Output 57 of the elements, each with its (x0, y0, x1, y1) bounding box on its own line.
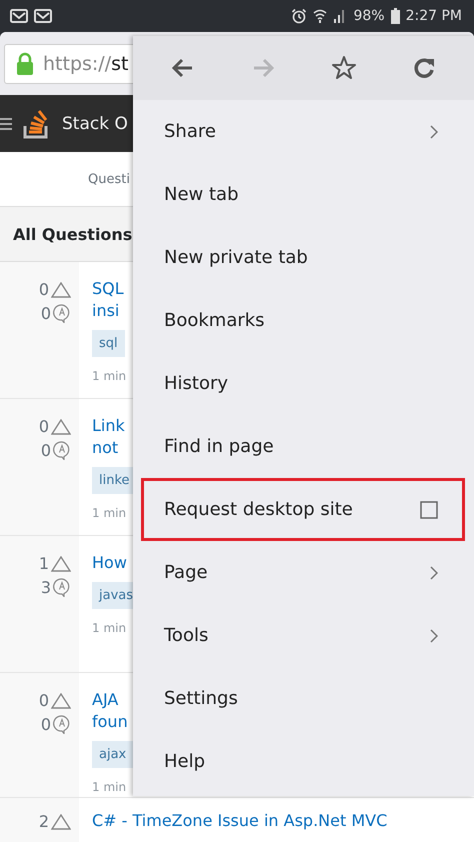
menu-item[interactable]: Page (141, 541, 465, 604)
vote-count: 2 (38, 812, 49, 831)
battery-icon (390, 8, 400, 24)
wifi-icon (313, 8, 328, 24)
battery-percent: 98% (353, 8, 385, 24)
time-ago: 1 min (92, 369, 126, 383)
chevron-right-icon (430, 124, 438, 138)
chevron-right-icon (430, 628, 438, 642)
vote-count: 0 (38, 417, 49, 436)
mail-icon (10, 8, 28, 24)
answer-bubble-icon (53, 577, 71, 597)
time-ago: 1 min (92, 621, 126, 635)
menu-item[interactable]: New tab (141, 163, 465, 226)
lock-icon (16, 52, 34, 76)
answer-count: 0 (40, 714, 51, 734)
question-title-link[interactable]: SQL insi (92, 278, 124, 322)
checkbox[interactable] (420, 500, 438, 518)
menu-item[interactable]: Find in page (141, 415, 465, 478)
triangle-icon[interactable] (51, 282, 71, 298)
questions-tab[interactable]: Questi (88, 172, 130, 186)
menu-item[interactable]: Bookmarks (141, 289, 465, 352)
menu-item[interactable]: Settings (141, 667, 465, 730)
menu-icon[interactable] (0, 116, 12, 130)
answer-bubble-icon (53, 714, 71, 734)
triangle-icon[interactable] (51, 814, 71, 830)
time-ago: 1 min (92, 506, 126, 520)
tag-chip[interactable]: sql (92, 330, 125, 357)
section-title: All Questions (13, 224, 132, 244)
question-title-link[interactable]: AJA foun (92, 689, 128, 733)
menu-item[interactable]: Request desktop site (141, 478, 465, 541)
menu-item[interactable]: Tools (141, 604, 465, 667)
mail-icon (34, 8, 52, 24)
menu-item[interactable]: Help (141, 730, 465, 793)
vote-count: 0 (38, 691, 49, 710)
triangle-icon[interactable] (51, 556, 71, 572)
answer-count: 0 (40, 304, 51, 322)
chevron-right-icon (430, 566, 438, 580)
menu-item[interactable]: Share (141, 100, 465, 163)
menu-item[interactable]: History (141, 352, 465, 415)
answer-count: 3 (40, 578, 51, 596)
alarm-icon (291, 8, 308, 24)
menu-item[interactable]: New private tab (141, 226, 465, 289)
triangle-icon[interactable] (51, 692, 71, 708)
answer-count: 0 (40, 440, 51, 460)
clock-time: 2:27 PM (406, 8, 462, 24)
star-icon[interactable] (330, 55, 357, 81)
answer-bubble-icon (53, 303, 71, 323)
question-title-link[interactable]: How (92, 552, 127, 574)
time-ago: 1 min (92, 780, 126, 794)
triangle-icon[interactable] (51, 418, 71, 434)
vote-count: 1 (38, 554, 49, 573)
vote-count: 0 (38, 280, 49, 299)
question-title-link[interactable]: Link not (92, 415, 125, 459)
site-title: Stack O (62, 114, 128, 134)
question-title-link[interactable]: C# - TimeZone Issue in Asp.Net MVC (92, 810, 388, 832)
tag-chip[interactable]: ajax (92, 741, 134, 768)
answer-bubble-icon (53, 440, 71, 460)
